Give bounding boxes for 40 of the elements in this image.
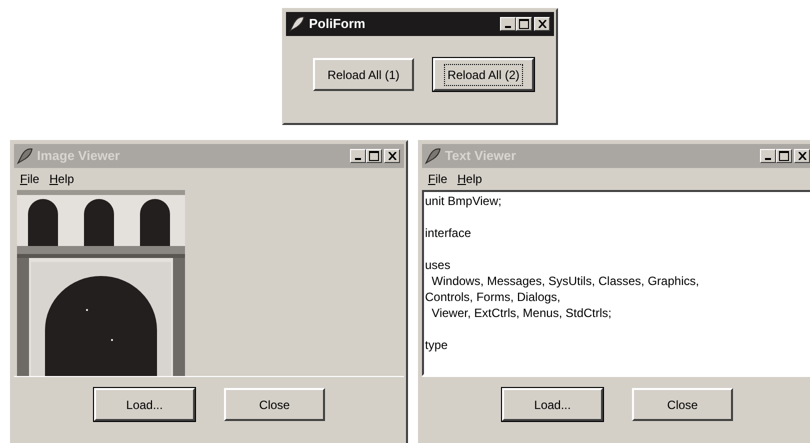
minimize-button[interactable] [350, 149, 366, 163]
menu-item[interactable]: File [428, 170, 448, 188]
feather-icon [424, 147, 442, 165]
maximize-button[interactable] [366, 149, 382, 163]
minimize-button[interactable] [500, 17, 516, 31]
close-icon [388, 152, 396, 160]
push-button[interactable]: Close [224, 388, 325, 421]
menu-item[interactable]: Help [49, 170, 74, 188]
push-button[interactable]: Close [632, 388, 733, 421]
close-button[interactable] [384, 149, 400, 163]
minimize-icon [505, 26, 511, 28]
menu-item[interactable]: Help [457, 170, 482, 188]
code-line: unit BmpView; [425, 193, 502, 209]
window-title: PoliForm [309, 15, 366, 34]
maximize-icon [519, 19, 529, 29]
close-button[interactable] [794, 149, 810, 163]
code-line: Controls, Forms, Dialogs, [425, 289, 562, 305]
code-line: uses [425, 257, 452, 273]
code-line: type [425, 337, 449, 353]
maximize-button[interactable] [516, 17, 532, 31]
push-button[interactable]: Load... [94, 388, 195, 421]
minimize-button[interactable] [760, 149, 776, 163]
maximize-icon [779, 151, 789, 161]
feather-icon [16, 147, 34, 165]
menu-item[interactable]: File [20, 170, 40, 188]
close-icon [538, 20, 546, 28]
push-button[interactable]: Load... [502, 388, 603, 421]
minimize-icon [355, 158, 361, 160]
code-line: Viewer, ExtCtrls, Menus, StdCtrls; [430, 305, 612, 321]
push-button[interactable]: Reload All (1) [313, 58, 414, 91]
text-area[interactable]: unit BmpView; interface uses Windows, Messages, SysUtils, Classes, Graphics, Controls, Forms, Dialogs, Viewer, ExtCtrls, Menus, StdCtrls; type [422, 190, 810, 376]
code-line: Windows, Messages, SysUtils, Classes, Graphics, [430, 273, 700, 289]
feather-icon [288, 15, 306, 33]
close-button[interactable] [534, 17, 550, 31]
maximize-icon [369, 151, 379, 161]
close-icon [798, 152, 806, 160]
minimize-icon [765, 158, 771, 160]
push-button[interactable]: Reload All (2) [433, 58, 534, 91]
code-line: interface [425, 225, 472, 241]
maximize-button[interactable] [776, 149, 792, 163]
